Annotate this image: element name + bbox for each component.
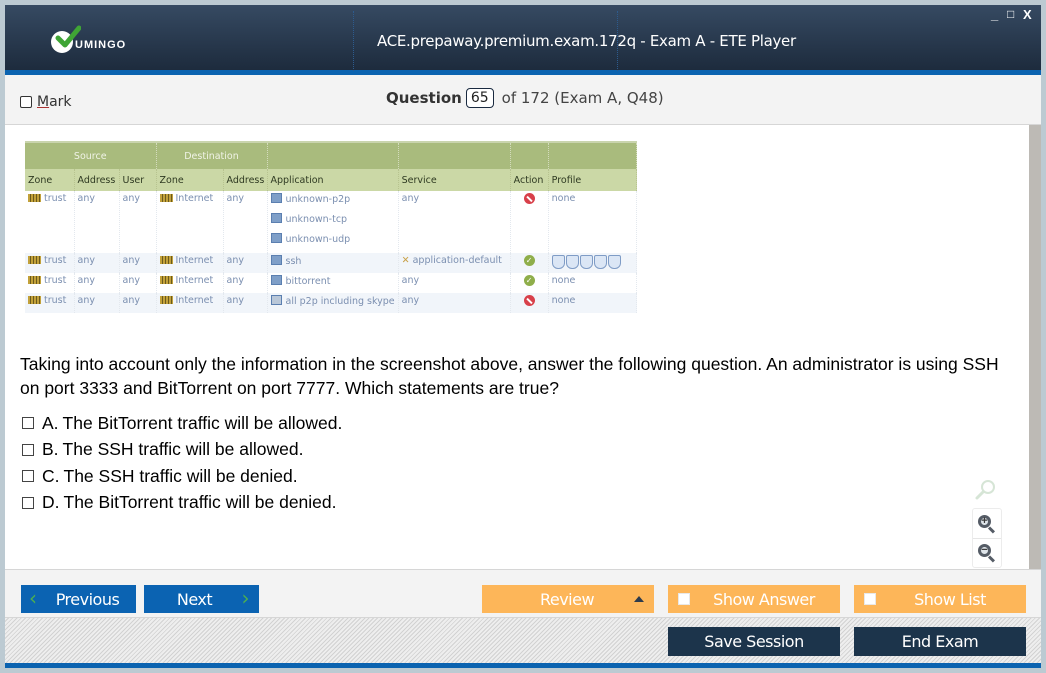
application-icon: [270, 213, 282, 223]
deny-icon: [523, 295, 535, 306]
vulnerability-profile-icon: [565, 255, 579, 269]
col-src-address: Address: [74, 169, 120, 191]
group-header-source: Source: [25, 141, 157, 169]
deny-icon: [523, 193, 535, 204]
zone-icon: [28, 256, 41, 264]
zoom-in-button[interactable]: +: [973, 509, 1001, 538]
exhibit-security-policy-table: Source Destination Zone Address User Zon…: [25, 141, 638, 313]
question-header: Mark Question 65 of 172 (Exam A, Q48): [5, 75, 1041, 125]
option-b[interactable]: B. The SSH traffic will be allowed.: [22, 437, 342, 464]
review-button[interactable]: Review: [482, 585, 654, 613]
option-a-checkbox[interactable]: [22, 417, 34, 430]
service-tool-icon: ✕: [401, 255, 410, 266]
option-a[interactable]: A. The BitTorrent traffic will be allowe…: [22, 410, 342, 437]
end-exam-button[interactable]: End Exam: [854, 627, 1026, 656]
group-header-row: Source Destination: [25, 141, 638, 169]
logo-text: UMINGO: [75, 39, 127, 51]
col-application: Application: [267, 169, 399, 191]
application-icon: [270, 233, 282, 243]
table-row: trust any any Internet any ssh ✕ applicat…: [25, 253, 638, 273]
col-dst-address: Address: [223, 169, 268, 191]
url-filtering-profile-icon: [593, 255, 607, 269]
logo-check-icon: [51, 25, 81, 53]
col-profile: Profile: [548, 169, 638, 191]
show-list-checkbox[interactable]: [864, 593, 876, 605]
zone-icon: [159, 276, 173, 284]
option-d-checkbox[interactable]: [22, 496, 34, 509]
col-user: User: [119, 169, 157, 191]
table-row: trust any any Internet any bittorrent an…: [25, 273, 638, 293]
maximize-button[interactable]: □: [1007, 7, 1014, 21]
footer-bar: Save Session End Exam: [5, 618, 1041, 663]
show-list-button[interactable]: Show List: [854, 585, 1026, 613]
minimize-button[interactable]: _: [991, 7, 998, 22]
close-button[interactable]: X: [1023, 7, 1032, 22]
app-window: UMINGO ACE.prepaway.premium.exam.172q - …: [5, 5, 1041, 668]
show-answer-checkbox[interactable]: [678, 593, 690, 605]
question-label: Question: [386, 89, 462, 107]
zone-icon: [159, 194, 173, 202]
chevron-right-icon: ›: [241, 586, 250, 610]
zone-icon: [28, 276, 41, 284]
previous-button[interactable]: ‹ Previous: [21, 585, 136, 613]
spyware-profile-icon: [579, 255, 593, 269]
question-content: Source Destination Zone Address User Zon…: [5, 125, 1029, 569]
application-group-icon: [270, 295, 282, 305]
col-dst-zone: Zone: [156, 169, 224, 191]
zoom-panel: + −: [972, 508, 1002, 568]
profile-icons: [548, 253, 638, 273]
col-action: Action: [510, 169, 549, 191]
zone-icon: [28, 194, 41, 202]
col-src-zone: Zone: [25, 169, 75, 191]
option-c-checkbox[interactable]: [22, 470, 34, 483]
option-c[interactable]: C. The SSH traffic will be denied.: [22, 463, 342, 490]
application-icon: [270, 275, 282, 285]
show-answer-button[interactable]: Show Answer: [668, 585, 840, 613]
column-header-row: Zone Address User Zone Address Applicati…: [25, 169, 638, 191]
question-counter: Question 65 of 172 (Exam A, Q48): [386, 88, 664, 108]
caret-up-icon: [634, 596, 644, 602]
footer-accent-line: [5, 663, 1041, 668]
antivirus-profile-icon: [551, 255, 565, 269]
vertical-scrollbar[interactable]: [1029, 125, 1041, 569]
mark-checkbox-box[interactable]: [20, 96, 32, 108]
zoom-out-icon: −: [978, 544, 996, 563]
next-button[interactable]: Next ›: [144, 585, 259, 613]
question-number-input[interactable]: 65: [465, 88, 494, 108]
allow-icon: ✓: [523, 275, 535, 286]
zone-icon: [159, 296, 173, 304]
zoom-in-icon: +: [978, 514, 996, 534]
table-row: trust any any Internet any all p2p inclu…: [25, 293, 638, 313]
application-icon: [270, 255, 282, 265]
chevron-left-icon: ‹: [29, 586, 37, 610]
title-bar: UMINGO ACE.prepaway.premium.exam.172q - …: [5, 5, 1041, 75]
window-title: ACE.prepaway.premium.exam.172q - Exam A …: [377, 32, 796, 50]
option-b-checkbox[interactable]: [22, 443, 34, 456]
allow-icon: ✓: [523, 255, 535, 266]
save-session-button[interactable]: Save Session: [668, 627, 840, 656]
zone-icon: [28, 296, 41, 304]
col-service: Service: [398, 169, 511, 191]
mark-checkbox[interactable]: Mark: [20, 94, 72, 110]
question-text: Taking into account only the information…: [20, 354, 999, 398]
app-logo: UMINGO: [51, 25, 127, 53]
zoom-tools: + −: [972, 478, 1002, 568]
zoom-out-button[interactable]: −: [973, 538, 1001, 567]
answer-options: A. The BitTorrent traffic will be allowe…: [22, 410, 342, 516]
zone-icon: [159, 256, 173, 264]
zoom-reset-icon[interactable]: [974, 478, 998, 502]
option-d[interactable]: D. The BitTorrent traffic will be denied…: [22, 490, 342, 517]
navigation-bar: ‹ Previous Next › Review Show Answer Sho…: [5, 569, 1041, 618]
table-row: trust any any Internet any unknown-p2p u…: [25, 191, 638, 253]
title-separator: [353, 11, 354, 71]
mark-label[interactable]: Mark: [37, 94, 72, 110]
file-blocking-profile-icon: [607, 255, 621, 269]
question-total: of 172 (Exam A, Q48): [501, 89, 664, 107]
group-header-destination: Destination: [156, 141, 268, 169]
application-icon: [270, 193, 282, 203]
